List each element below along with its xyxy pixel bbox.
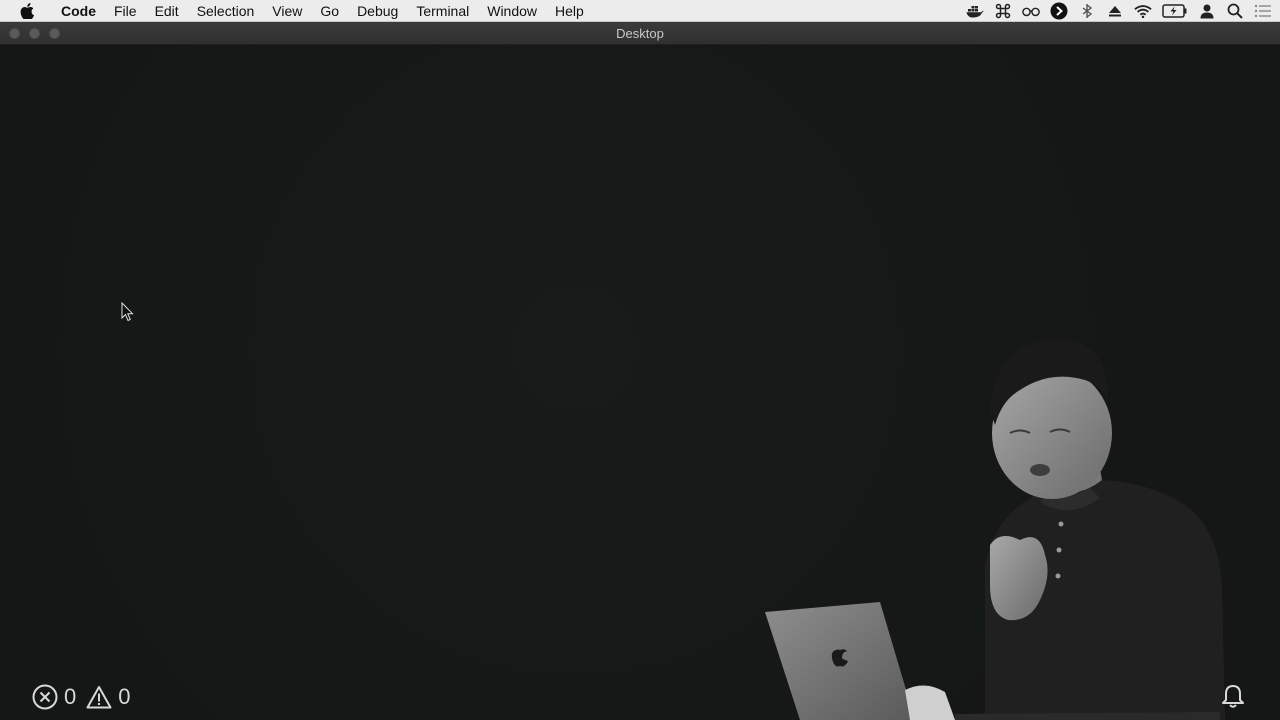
menu-go[interactable]: Go [311, 0, 348, 22]
error-circle-icon [32, 684, 58, 710]
warning-count: 0 [118, 684, 131, 709]
wifi-icon[interactable] [1134, 2, 1152, 20]
menu-edit[interactable]: Edit [146, 0, 188, 22]
presenter-video-overlay [765, 338, 1225, 720]
warning-triangle-icon [86, 686, 112, 709]
apple-logo-icon[interactable] [18, 0, 36, 22]
menu-view[interactable]: View [263, 0, 311, 22]
window-title-bar: Desktop [0, 22, 1280, 45]
docker-icon[interactable] [966, 2, 984, 20]
menu-debug[interactable]: Debug [348, 0, 407, 22]
screen: Code File Edit Selection View Go Debug T… [0, 0, 1280, 720]
battery-charging-icon[interactable] [1162, 2, 1188, 20]
menu-code[interactable]: Code [52, 0, 105, 22]
bluetooth-like-icon[interactable] [1078, 2, 1096, 20]
menu-selection[interactable]: Selection [188, 0, 264, 22]
menu-bar: Code File Edit Selection View Go Debug T… [0, 0, 1280, 22]
menu-window[interactable]: Window [478, 0, 546, 22]
window-title: Desktop [616, 26, 664, 41]
problems-status[interactable]: 0 0 [32, 684, 141, 710]
menu-help[interactable]: Help [546, 0, 593, 22]
notification-list-icon[interactable] [1254, 2, 1272, 20]
play-circle-icon[interactable] [1050, 2, 1068, 20]
menu-bar-tray [961, 0, 1280, 22]
command-icon[interactable] [994, 2, 1012, 20]
mouse-pointer-icon [121, 302, 134, 322]
notifications-bell-icon[interactable] [1220, 683, 1246, 709]
eject-icon[interactable] [1106, 2, 1124, 20]
glasses-icon[interactable] [1022, 2, 1040, 20]
error-count: 0 [64, 684, 77, 709]
search-icon[interactable] [1226, 2, 1244, 20]
menu-terminal[interactable]: Terminal [407, 0, 478, 22]
menu-file[interactable]: File [105, 0, 146, 22]
user-icon[interactable] [1198, 2, 1216, 20]
